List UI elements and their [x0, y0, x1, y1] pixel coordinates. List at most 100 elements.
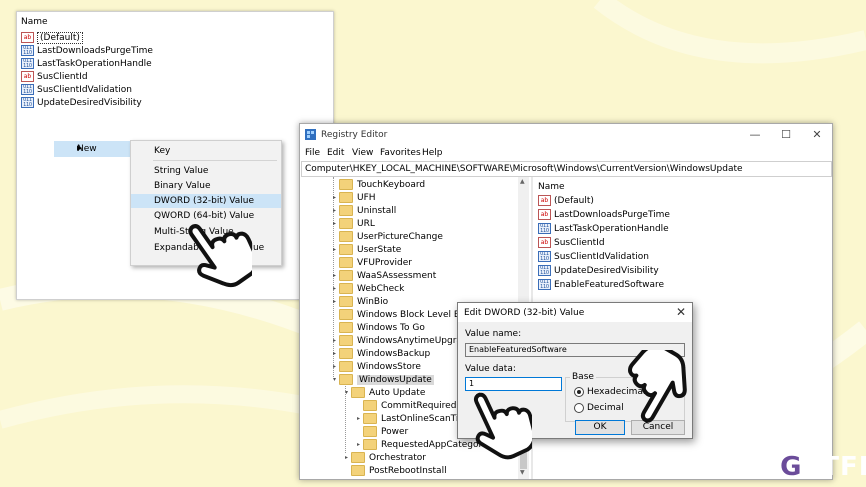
folder-icon	[339, 296, 353, 307]
value-name: LastTaskOperationHandle	[37, 58, 152, 69]
chevron-down-icon[interactable]: ▾	[330, 376, 339, 383]
close-icon[interactable]: ✕	[676, 305, 686, 319]
tree-node[interactable]: ▸ UFH	[330, 191, 376, 204]
binary-value-icon: 011 110	[21, 84, 34, 95]
tree-node[interactable]: Power	[354, 425, 408, 438]
context-menu-new[interactable]: New ▶	[54, 141, 132, 157]
tree-node[interactable]: VFUProvider	[330, 256, 412, 269]
dialog-title: Edit DWORD (32-bit) Value	[464, 308, 585, 318]
folder-icon	[351, 452, 365, 463]
name-column-header[interactable]: Name	[538, 180, 565, 193]
tree-node[interactable]: ▸ WinBio	[330, 295, 388, 308]
address-bar[interactable]: Computer\HKEY_LOCAL_MACHINE\SOFTWARE\Mic…	[301, 161, 832, 177]
menu-item-string-value[interactable]: String Value	[131, 164, 281, 178]
expand-icon[interactable]: ▸	[330, 363, 339, 370]
binary-value-icon: 011 110	[538, 265, 551, 276]
expand-icon[interactable]: ▸	[354, 441, 363, 448]
tree-node[interactable]: ▸ Orchestrator	[342, 451, 426, 464]
value-row[interactable]: 011 110 UpdateDesiredVisibility	[538, 264, 659, 277]
tree-node[interactable]: ▸ WindowsAnytimeUpgrade	[330, 334, 473, 347]
folder-icon	[363, 439, 377, 450]
close-icon[interactable]: ✕	[802, 127, 832, 143]
value-row[interactable]: ab SusClientId	[538, 236, 605, 249]
value-row[interactable]: 011 110 EnableFeaturedSoftware	[538, 278, 664, 291]
name-column-header[interactable]: Name	[21, 17, 48, 27]
menu-favorites[interactable]: Favorites	[380, 148, 421, 158]
tree-node[interactable]: ▸ WindowsStore	[330, 360, 421, 373]
pointing-hand-icon	[188, 224, 252, 288]
folder-icon	[339, 374, 353, 385]
pointing-hand-icon	[473, 392, 532, 460]
expand-icon[interactable]: ▸	[330, 350, 339, 357]
value-row[interactable]: 011 110 UpdateDesiredVisibility	[21, 96, 142, 109]
value-row[interactable]: 011 110 SusClientIdValidation	[21, 83, 132, 96]
menu-view[interactable]: View	[352, 148, 373, 158]
title-bar[interactable]: Registry Editor — ☐ ✕	[300, 124, 832, 146]
tree-node[interactable]: ▸ WindowsBackup	[330, 347, 430, 360]
folder-icon	[339, 257, 353, 268]
expand-icon[interactable]: ▸	[330, 298, 339, 305]
value-row[interactable]: ab SusClientId	[21, 70, 88, 83]
value-name: SusClientId	[37, 71, 88, 82]
tree-node[interactable]: Windows To Go	[330, 321, 425, 334]
radio-checked-icon	[574, 387, 584, 397]
menu-item-binary-value[interactable]: Binary Value	[131, 179, 281, 193]
window-title: Registry Editor	[321, 130, 388, 140]
menu-edit[interactable]: Edit	[327, 148, 344, 158]
value-row[interactable]: 011 110 SusClientIdValidation	[538, 250, 649, 263]
expand-icon[interactable]: ▸	[330, 220, 339, 227]
address-path: Computer\HKEY_LOCAL_MACHINE\SOFTWARE\Mic…	[305, 164, 743, 174]
folder-icon	[363, 413, 377, 424]
value-row[interactable]: ab LastDownloadsPurgeTime	[538, 208, 670, 221]
tree-node[interactable]: TouchKeyboard	[330, 178, 425, 191]
expand-icon[interactable]: ▸	[330, 272, 339, 279]
folder-icon	[339, 348, 353, 359]
chevron-right-icon: ▶	[77, 144, 83, 152]
expand-icon[interactable]: ▸	[342, 454, 351, 461]
value-row[interactable]: 011 110 LastTaskOperationHandle	[21, 57, 152, 70]
tree-node[interactable]: ▸ WebCheck	[330, 282, 404, 295]
chevron-down-icon[interactable]: ▾	[342, 389, 351, 396]
value-row[interactable]: ab (Default)	[21, 31, 83, 44]
expand-icon[interactable]: ▸	[330, 285, 339, 292]
tree-node[interactable]: ▾ Auto Update	[342, 386, 425, 399]
expand-icon[interactable]: ▸	[354, 415, 363, 422]
value-name: (Default)	[37, 31, 83, 44]
value-row[interactable]: ab (Default)	[538, 194, 594, 207]
folder-icon	[339, 192, 353, 203]
value-row[interactable]: 011 110 LastDownloadsPurgeTime	[21, 44, 153, 57]
tree-node[interactable]: ▸ UserState	[330, 243, 401, 256]
radio-unchecked-icon	[574, 403, 584, 413]
maximize-icon[interactable]: ☐	[771, 127, 801, 143]
menu-item-key[interactable]: Key	[131, 144, 281, 158]
tree-node[interactable]: PostRebootInstall	[342, 464, 447, 477]
expand-icon[interactable]: ▸	[330, 194, 339, 201]
value-name: UpdateDesiredVisibility	[37, 97, 142, 108]
folder-icon	[351, 465, 365, 476]
scroll-down-icon[interactable]: ▼	[520, 469, 525, 476]
menu-item-dword-value[interactable]: DWORD (32-bit) Value	[131, 194, 281, 208]
folder-icon	[339, 309, 353, 320]
tree-node[interactable]: ▸ URL	[330, 217, 375, 230]
decimal-radio[interactable]: Decimal	[574, 403, 624, 413]
folder-icon	[339, 322, 353, 333]
tree-node[interactable]: CommitRequired	[354, 399, 456, 412]
value-row[interactable]: 011 110 LastTaskOperationHandle	[538, 222, 669, 235]
expand-icon[interactable]: ▸	[330, 207, 339, 214]
folder-icon	[363, 400, 377, 411]
tree-node[interactable]: UserPictureChange	[330, 230, 443, 243]
tree-node-selected[interactable]: ▾ WindowsUpdate	[330, 373, 434, 386]
folder-icon	[339, 270, 353, 281]
minimize-icon[interactable]: —	[740, 127, 770, 143]
folder-icon	[339, 335, 353, 346]
menu-help[interactable]: Help	[422, 148, 443, 158]
scroll-up-icon[interactable]: ▲	[520, 178, 525, 185]
value-data-label: Value data:	[465, 364, 516, 374]
expand-icon[interactable]: ▸	[330, 337, 339, 344]
menu-bar: File Edit View Favorites Help	[300, 146, 832, 160]
tree-node[interactable]: ▸ Uninstall	[330, 204, 396, 217]
tree-node[interactable]: ▸ WaaSAssessment	[330, 269, 436, 282]
menu-file[interactable]: File	[305, 148, 320, 158]
expand-icon[interactable]: ▸	[330, 246, 339, 253]
ok-button[interactable]: OK	[575, 420, 625, 435]
